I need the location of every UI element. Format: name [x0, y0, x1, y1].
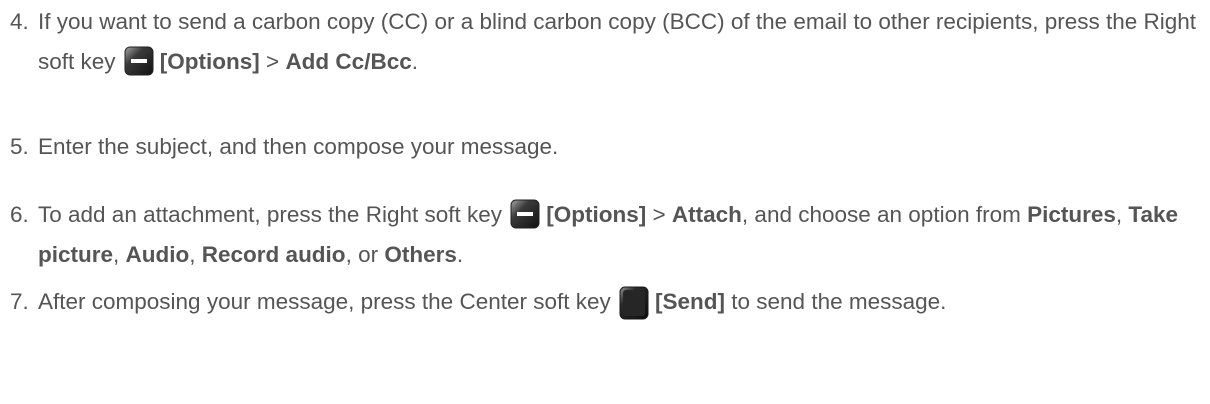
step-6: 6. To add an attachment, press the Right… — [10, 195, 1205, 275]
step-text: To add an attachment, press the Right so… — [38, 195, 1205, 275]
step-7: 7. After composing your message, press t… — [10, 282, 1205, 322]
center-soft-key-icon — [619, 286, 649, 320]
step-text: After composing your message, press the … — [38, 282, 1205, 322]
step-text: Enter the subject, and then compose your… — [38, 134, 559, 159]
step-number: 5. — [10, 134, 29, 159]
step-number: 4. — [10, 9, 29, 34]
step-number: 6. — [10, 202, 29, 227]
step-text: If you want to send a carbon copy (CC) o… — [38, 9, 1197, 76]
step-number: 7. — [10, 289, 29, 314]
step-4: 4. If you want to send a carbon copy (CC… — [10, 2, 1205, 82]
right-soft-key-icon — [124, 46, 154, 76]
step-5: 5. Enter the subject, and then compose y… — [10, 127, 1205, 167]
right-soft-key-icon — [510, 199, 540, 229]
